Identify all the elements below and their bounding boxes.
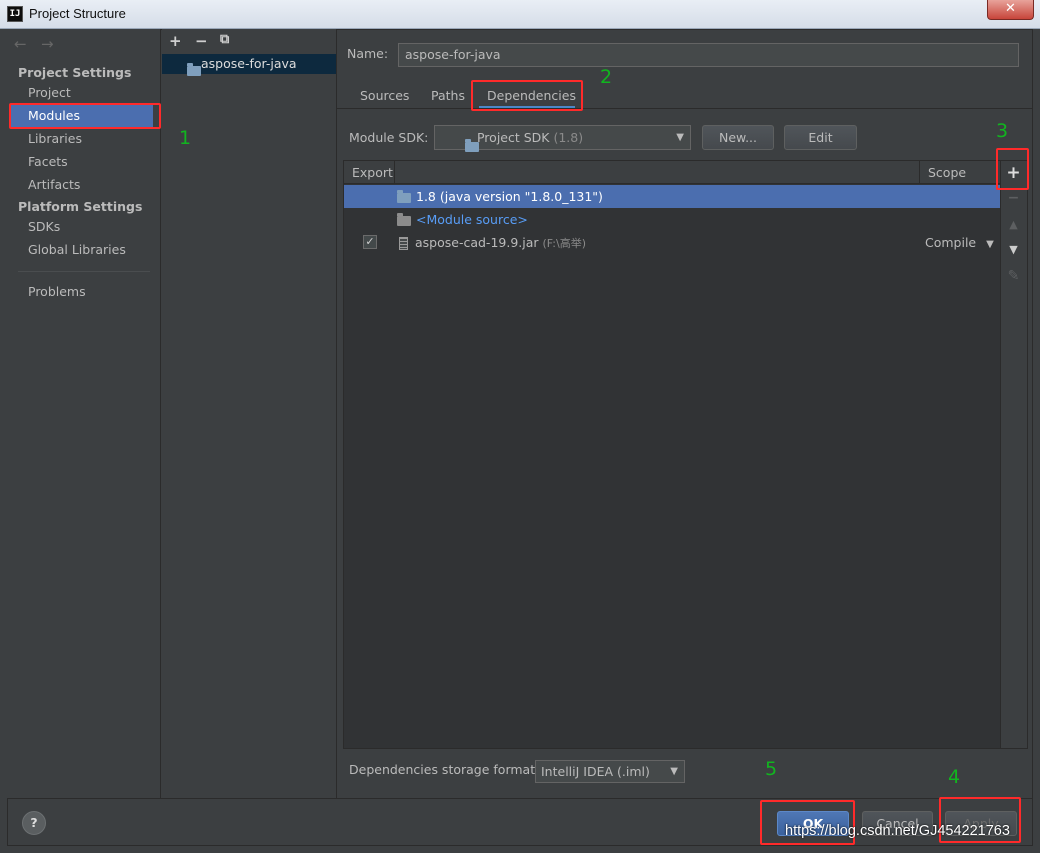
column-header-export[interactable]: Export: [352, 161, 393, 184]
move-down-icon[interactable]: ▼: [1000, 243, 1027, 256]
storage-format-label: Dependencies storage format:: [349, 762, 540, 777]
title-bar: IJ Project Structure ✕: [0, 0, 1040, 29]
remove-dependency-icon[interactable]: −: [1000, 190, 1027, 206]
add-module-icon[interactable]: +: [169, 32, 182, 50]
forward-arrow-icon[interactable]: →: [41, 35, 54, 53]
module-sdk-select[interactable]: Project SDK (1.8) ▼: [434, 125, 691, 152]
intellij-app-icon: IJ: [7, 6, 23, 22]
annotation-number-5: 5: [765, 758, 778, 780]
sdk-select-version: (1.8): [553, 130, 584, 145]
annotation-box-modules: [9, 103, 161, 129]
module-source-folder-icon: [397, 212, 411, 226]
sdk-folder-icon: [465, 138, 479, 152]
table-row[interactable]: aspose-cad-19.9.jar (F:\高举): [399, 231, 586, 254]
scope-select[interactable]: Compile ▼: [925, 231, 994, 254]
dependency-name: aspose-cad-19.9.jar: [415, 235, 539, 250]
column-separator: [394, 161, 395, 184]
module-list-item[interactable]: aspose-for-java: [162, 54, 336, 76]
module-sdk-label: Module SDK:: [349, 130, 429, 145]
table-row[interactable]: <Module source>: [397, 208, 528, 231]
move-up-icon[interactable]: ▲: [1000, 218, 1027, 231]
edit-sdk-button[interactable]: Edit: [784, 125, 857, 150]
module-list-item-label: aspose-for-java: [200, 56, 297, 71]
sdk-select-value: Project SDK: [476, 130, 550, 145]
sidebar-item-global-libraries[interactable]: Global Libraries: [9, 239, 153, 261]
dependency-name: 1.8 (java version "1.8.0_131"): [416, 189, 603, 204]
sidebar-item-problems[interactable]: Problems: [9, 281, 153, 303]
dependency-name: <Module source>: [416, 212, 528, 227]
column-separator: [919, 161, 920, 184]
tab-sources[interactable]: Sources: [360, 86, 409, 108]
chevron-down-icon: ▼: [670, 766, 678, 777]
jdk-folder-icon: [397, 189, 411, 203]
dependency-path: (F:\高举): [542, 237, 586, 250]
project-settings-header: Project Settings: [18, 65, 132, 80]
annotation-box-dependencies-tab: [471, 80, 583, 111]
annotation-number-1: 1: [179, 127, 192, 149]
window-title: Project Structure: [29, 6, 126, 21]
copy-module-icon[interactable]: ⧉: [220, 32, 229, 47]
annotation-number-2: 2: [600, 66, 613, 88]
sidebar-item-libraries[interactable]: Libraries: [9, 128, 153, 150]
module-name-input[interactable]: aspose-for-java: [398, 43, 1019, 67]
storage-format-select[interactable]: IntelliJ IDEA (.iml) ▼: [535, 760, 685, 783]
tabs-divider: [337, 108, 1033, 109]
tab-paths[interactable]: Paths: [431, 86, 465, 108]
new-sdk-button[interactable]: New...: [702, 125, 774, 150]
column-header-scope[interactable]: Scope: [928, 161, 966, 184]
edit-dependency-icon[interactable]: ✎: [1000, 268, 1027, 284]
sidebar-divider: [18, 271, 150, 272]
name-label: Name:: [347, 46, 389, 61]
annotation-number-4: 4: [948, 766, 961, 788]
annotation-box-add: [996, 148, 1029, 190]
footer-divider: [7, 798, 1033, 799]
watermark-url: https://blog.csdn.net/GJ454221763: [785, 823, 1010, 839]
annotation-number-3: 3: [996, 120, 1009, 142]
chevron-down-icon: ▼: [986, 239, 994, 250]
sidebar-item-project[interactable]: Project: [9, 82, 153, 104]
export-checkbox[interactable]: ✓: [363, 235, 377, 249]
table-row[interactable]: 1.8 (java version "1.8.0_131"): [397, 185, 603, 208]
sidebar-item-sdks[interactable]: SDKs: [9, 216, 153, 238]
platform-settings-header: Platform Settings: [18, 199, 143, 214]
sidebar-item-facets[interactable]: Facets: [9, 151, 153, 173]
back-arrow-icon[interactable]: ←: [14, 35, 27, 53]
help-button[interactable]: ?: [22, 811, 46, 835]
remove-module-icon[interactable]: −: [195, 32, 208, 50]
module-folder-icon: [187, 62, 201, 76]
table-header: [344, 161, 1000, 184]
chevron-down-icon: ▼: [676, 132, 684, 143]
storage-format-value: IntelliJ IDEA (.iml): [541, 764, 650, 779]
scope-value: Compile: [925, 235, 977, 250]
jar-file-icon: [399, 237, 408, 250]
window-close-button[interactable]: ✕: [987, 0, 1034, 20]
sidebar-item-artifacts[interactable]: Artifacts: [9, 174, 153, 196]
